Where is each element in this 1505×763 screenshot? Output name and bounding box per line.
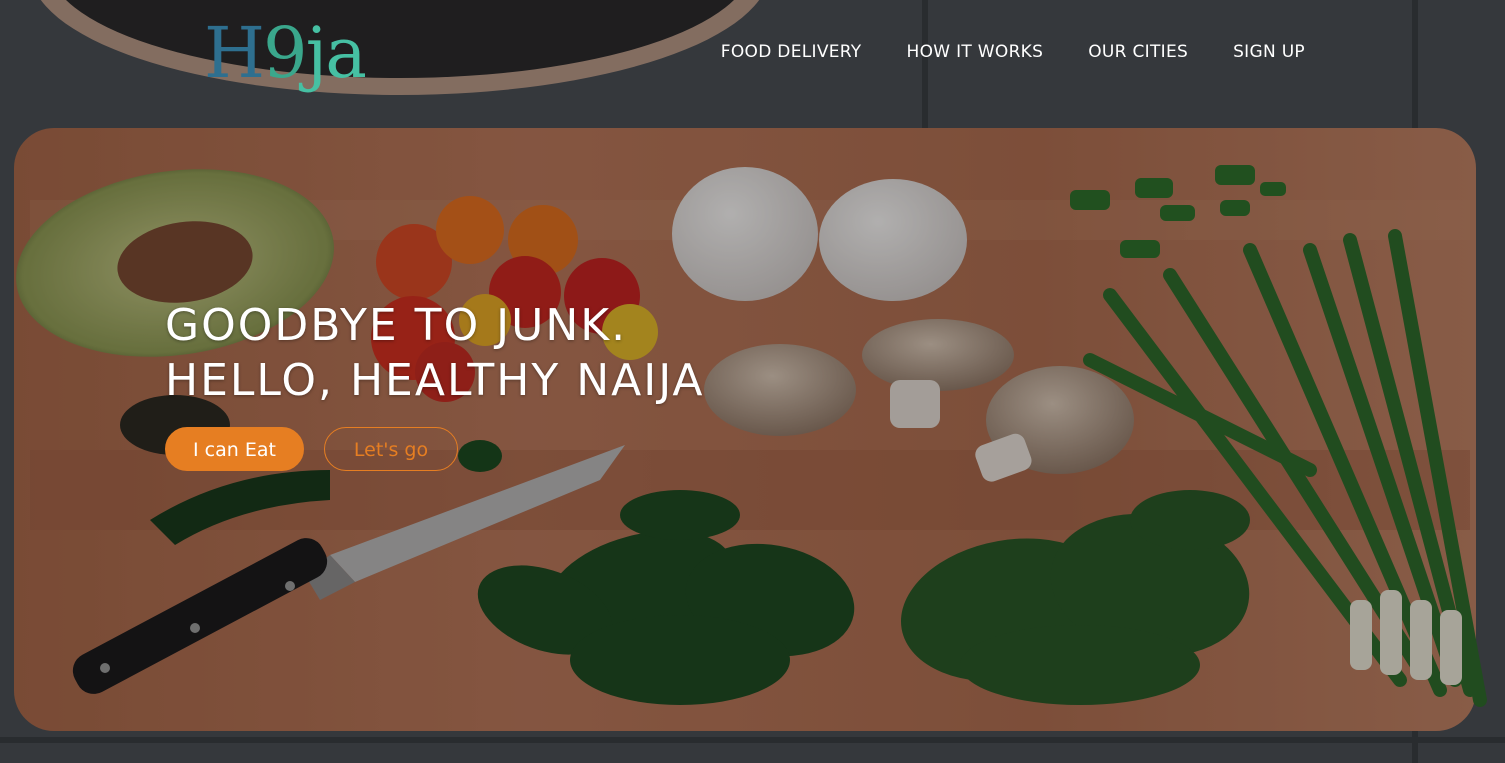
i-can-eat-button[interactable]: I can Eat (165, 427, 304, 471)
nav-item-sign-up[interactable]: SIGN UP (1233, 41, 1305, 63)
logo-letter-h: H (204, 12, 265, 94)
nav-item-food-delivery[interactable]: FOOD DELIVERY (721, 41, 862, 63)
hero-headline-line-2: HELLO, HEALTHY NAIJA (165, 355, 705, 406)
nav-item-our-cities[interactable]: OUR CITIES (1088, 41, 1188, 63)
logo-digit-9: 9 (263, 12, 308, 94)
lets-go-button[interactable]: Let's go (324, 427, 458, 471)
logo-text-ja: ja (305, 12, 367, 94)
main-nav: FOOD DELIVERY HOW IT WORKS OUR CITIES SI… (721, 41, 1305, 63)
logo[interactable]: H9ja (204, 8, 367, 98)
hero-headline-line-1: GOODBYE TO JUNK. (165, 300, 628, 351)
hero-headline: GOODBYE TO JUNK. HELLO, HEALTHY NAIJA (165, 298, 705, 408)
nav-item-how-it-works[interactable]: HOW IT WORKS (907, 41, 1044, 63)
